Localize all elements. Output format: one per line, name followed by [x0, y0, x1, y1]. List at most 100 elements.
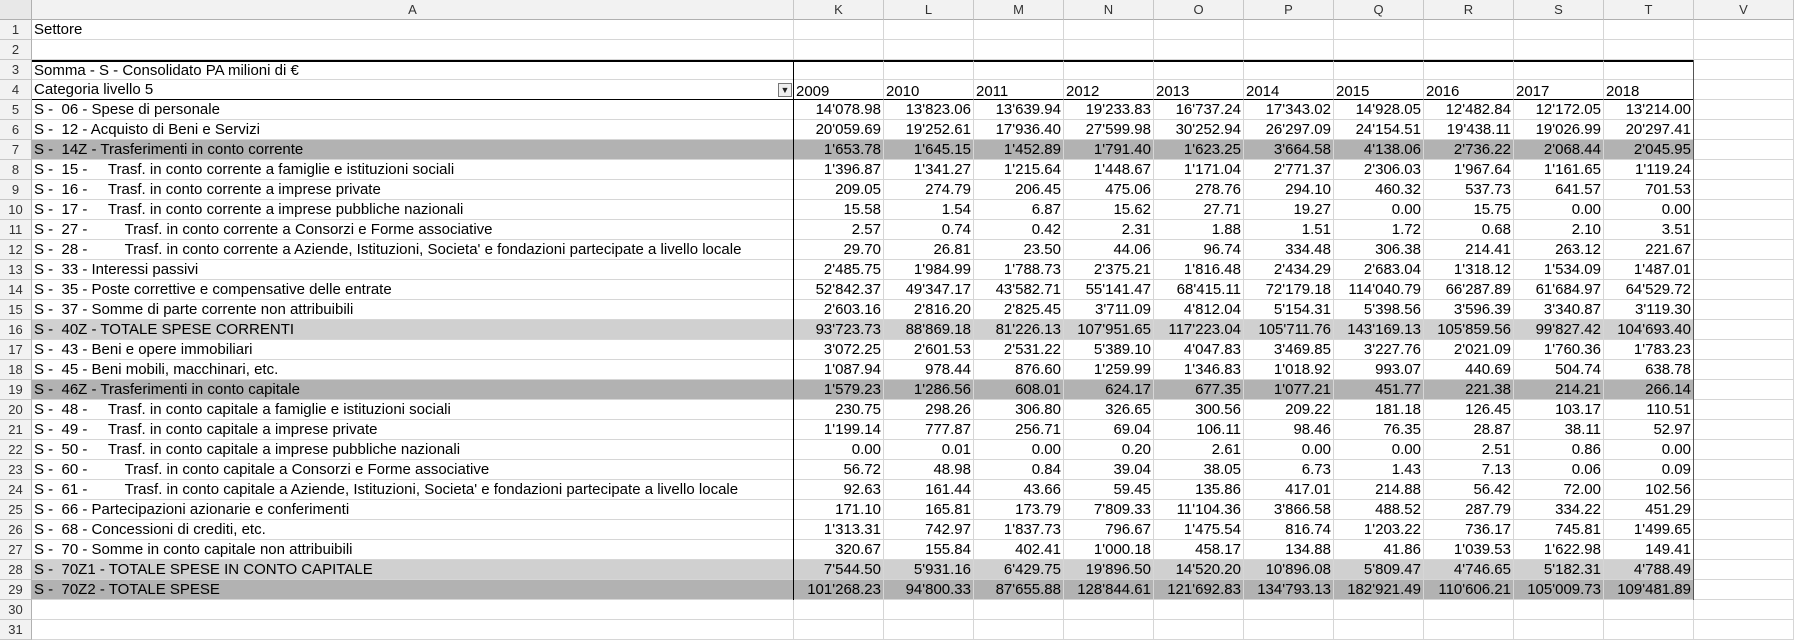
value-cell[interactable]: 1'000.18: [1064, 540, 1154, 560]
value-cell[interactable]: 1'475.54: [1154, 520, 1244, 540]
value-cell[interactable]: 1'448.67: [1064, 160, 1154, 180]
value-cell[interactable]: 0.00: [1334, 440, 1424, 460]
value-cell[interactable]: 93'723.73: [794, 320, 884, 340]
value-cell[interactable]: 256.71: [974, 420, 1064, 440]
cell[interactable]: [1694, 280, 1794, 300]
value-cell[interactable]: 135.86: [1154, 480, 1244, 500]
cell[interactable]: [1694, 420, 1794, 440]
row-header-5[interactable]: 5: [0, 100, 32, 120]
value-cell[interactable]: 27.71: [1154, 200, 1244, 220]
value-cell[interactable]: 2.10: [1514, 220, 1604, 240]
row-header-9[interactable]: 9: [0, 180, 32, 200]
row-header-18[interactable]: 18: [0, 360, 32, 380]
column-header-o[interactable]: O: [1154, 0, 1244, 20]
value-cell[interactable]: 326.65: [1064, 400, 1154, 420]
row-header-29[interactable]: 29: [0, 580, 32, 600]
value-cell[interactable]: 742.97: [884, 520, 974, 540]
cell[interactable]: [1604, 600, 1694, 620]
row-header-28[interactable]: 28: [0, 560, 32, 580]
value-cell[interactable]: 0.00: [1604, 440, 1694, 460]
value-cell[interactable]: 2'306.03: [1334, 160, 1424, 180]
cell[interactable]: [794, 40, 884, 60]
settore-label[interactable]: Settore: [32, 20, 794, 40]
value-cell[interactable]: 993.07: [1334, 360, 1424, 380]
cell[interactable]: [1424, 60, 1514, 80]
row-header-17[interactable]: 17: [0, 340, 32, 360]
value-cell[interactable]: 488.52: [1334, 500, 1424, 520]
cell[interactable]: [1334, 40, 1424, 60]
value-cell[interactable]: 143'169.13: [1334, 320, 1424, 340]
value-cell[interactable]: 1'077.21: [1244, 380, 1334, 400]
row-header-12[interactable]: 12: [0, 240, 32, 260]
value-cell[interactable]: 107'951.65: [1064, 320, 1154, 340]
cell[interactable]: [1424, 600, 1514, 620]
value-cell[interactable]: 19'026.99: [1514, 120, 1604, 140]
value-cell[interactable]: 641.57: [1514, 180, 1604, 200]
value-cell[interactable]: 1'967.64: [1424, 160, 1514, 180]
row-label[interactable]: S - 68 - Concessioni di crediti, etc.: [32, 520, 794, 540]
cell[interactable]: [1694, 260, 1794, 280]
row-header-22[interactable]: 22: [0, 440, 32, 460]
row-header-7[interactable]: 7: [0, 140, 32, 160]
value-cell[interactable]: 13'823.06: [884, 100, 974, 120]
value-cell[interactable]: 3'596.39: [1424, 300, 1514, 320]
value-cell[interactable]: 13'214.00: [1604, 100, 1694, 120]
cell[interactable]: [974, 20, 1064, 40]
row-label[interactable]: S - 15 - Trasf. in conto corrente a fami…: [32, 160, 794, 180]
cell[interactable]: [1424, 40, 1514, 60]
value-cell[interactable]: 4'746.65: [1424, 560, 1514, 580]
value-cell[interactable]: 306.38: [1334, 240, 1424, 260]
value-cell[interactable]: 19'438.11: [1424, 120, 1514, 140]
row-label[interactable]: S - 49 - Trasf. in conto capitale a impr…: [32, 420, 794, 440]
value-cell[interactable]: 278.76: [1154, 180, 1244, 200]
value-cell[interactable]: 126.45: [1424, 400, 1514, 420]
value-cell[interactable]: 816.74: [1244, 520, 1334, 540]
value-cell[interactable]: 2.57: [794, 220, 884, 240]
column-header-s[interactable]: S: [1514, 0, 1604, 20]
value-cell[interactable]: 0.00: [1604, 200, 1694, 220]
value-cell[interactable]: 1'783.23: [1604, 340, 1694, 360]
value-cell[interactable]: 48.98: [884, 460, 974, 480]
cell[interactable]: [884, 20, 974, 40]
value-cell[interactable]: 2'683.04: [1334, 260, 1424, 280]
cell[interactable]: [974, 620, 1064, 640]
value-cell[interactable]: 94'800.33: [884, 580, 974, 600]
row-label[interactable]: S - 14Z - Trasferimenti in conto corrent…: [32, 140, 794, 160]
column-header-l[interactable]: L: [884, 0, 974, 20]
value-cell[interactable]: 61'684.97: [1514, 280, 1604, 300]
value-cell[interactable]: 1'119.24: [1604, 160, 1694, 180]
value-cell[interactable]: 96.74: [1154, 240, 1244, 260]
year-header-2009[interactable]: 2009: [794, 80, 884, 100]
value-cell[interactable]: 81'226.13: [974, 320, 1064, 340]
cell[interactable]: [32, 620, 794, 640]
value-cell[interactable]: 0.09: [1604, 460, 1694, 480]
value-cell[interactable]: 3'711.09: [1064, 300, 1154, 320]
value-cell[interactable]: 274.79: [884, 180, 974, 200]
value-cell[interactable]: 1'499.65: [1604, 520, 1694, 540]
cell[interactable]: [1064, 40, 1154, 60]
cell[interactable]: [1694, 140, 1794, 160]
value-cell[interactable]: 12'482.84: [1424, 100, 1514, 120]
value-cell[interactable]: 1'534.09: [1514, 260, 1604, 280]
value-cell[interactable]: 171.10: [794, 500, 884, 520]
value-cell[interactable]: 2'601.53: [884, 340, 974, 360]
value-cell[interactable]: 102.56: [1604, 480, 1694, 500]
value-cell[interactable]: 24'154.51: [1334, 120, 1424, 140]
value-cell[interactable]: 475.06: [1064, 180, 1154, 200]
row-header-6[interactable]: 6: [0, 120, 32, 140]
cell[interactable]: [974, 60, 1064, 80]
row-header-23[interactable]: 23: [0, 460, 32, 480]
year-header-2013[interactable]: 2013: [1154, 80, 1244, 100]
value-cell[interactable]: 20'297.41: [1604, 120, 1694, 140]
value-cell[interactable]: 44.06: [1064, 240, 1154, 260]
value-cell[interactable]: 0.74: [884, 220, 974, 240]
value-cell[interactable]: 114'040.79: [1334, 280, 1424, 300]
value-cell[interactable]: 19'233.83: [1064, 100, 1154, 120]
value-cell[interactable]: 5'809.47: [1334, 560, 1424, 580]
value-cell[interactable]: 52.97: [1604, 420, 1694, 440]
value-cell[interactable]: 3'340.87: [1514, 300, 1604, 320]
value-cell[interactable]: 5'389.10: [1064, 340, 1154, 360]
value-cell[interactable]: 0.01: [884, 440, 974, 460]
value-cell[interactable]: 105'859.56: [1424, 320, 1514, 340]
value-cell[interactable]: 796.67: [1064, 520, 1154, 540]
